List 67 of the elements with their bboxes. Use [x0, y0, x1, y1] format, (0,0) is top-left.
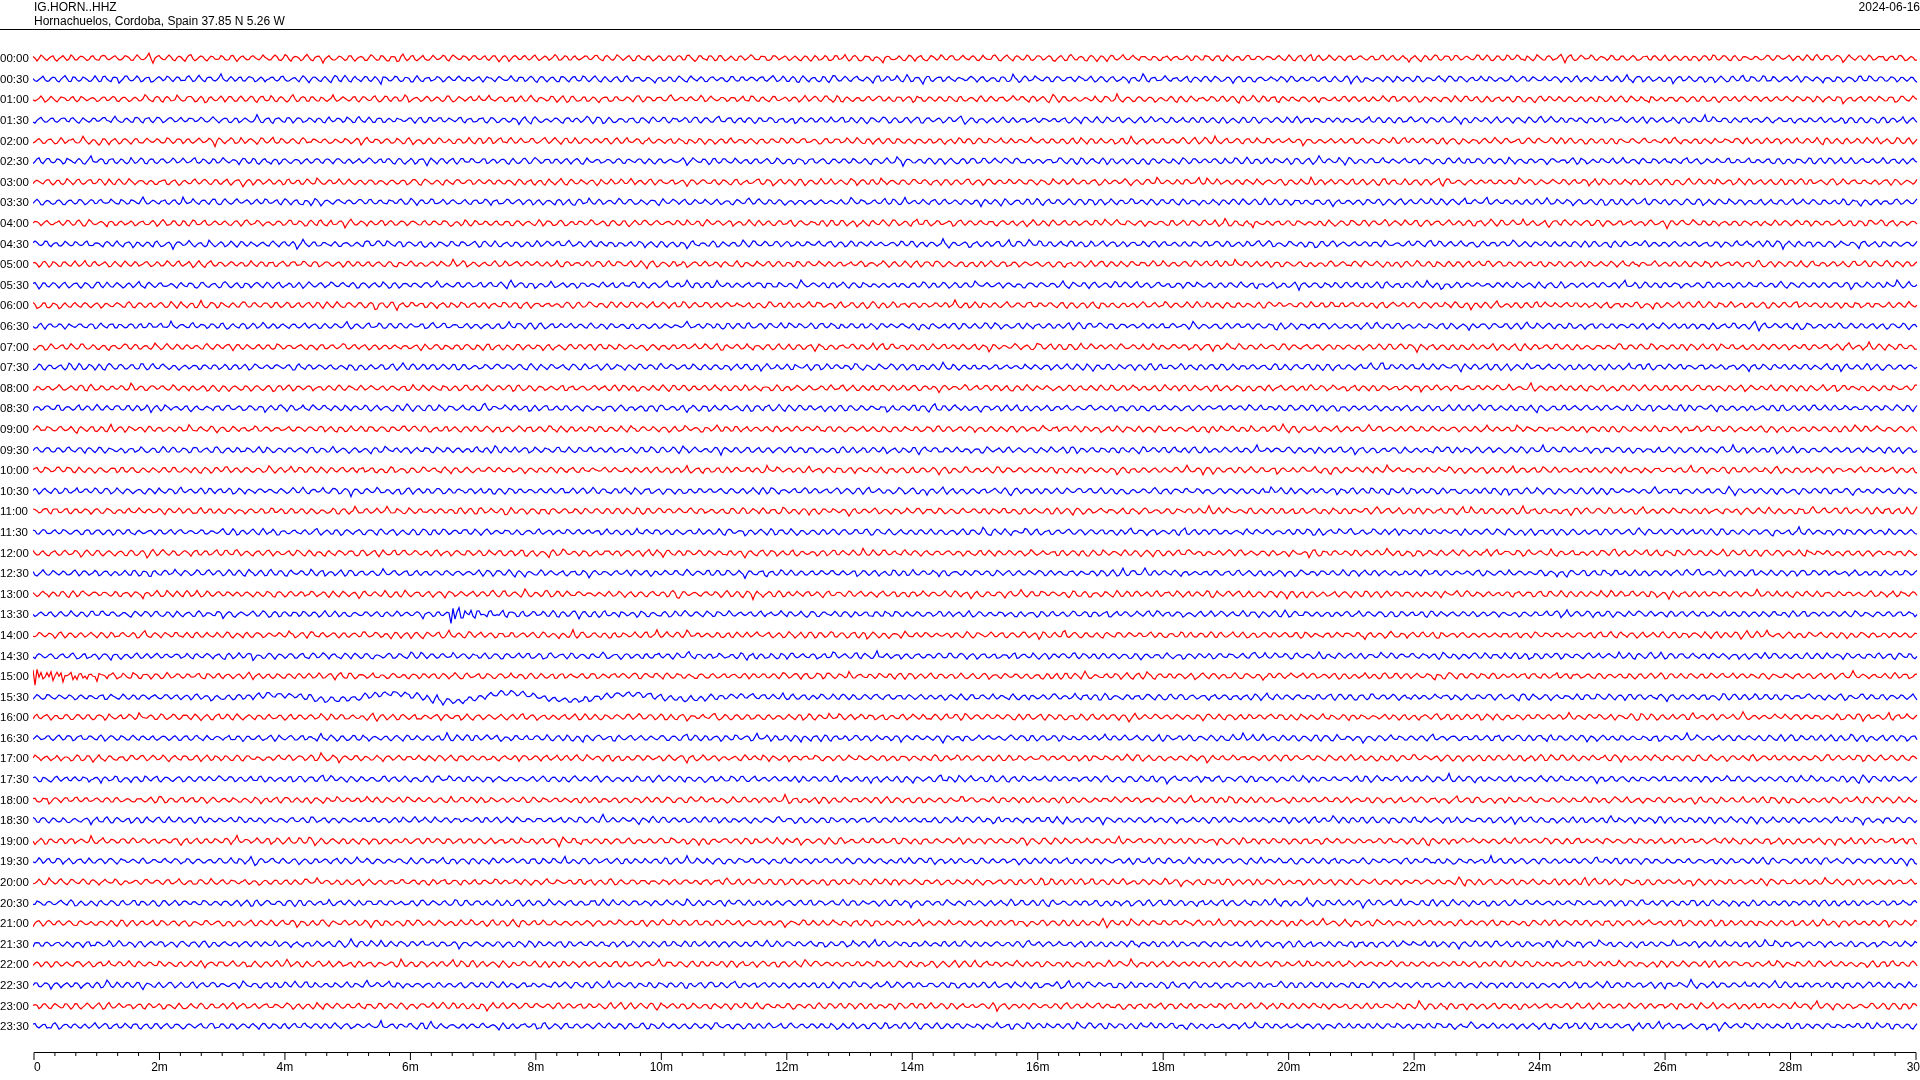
time-label: 03:00: [0, 175, 30, 188]
time-label: 23:30: [0, 1020, 30, 1033]
time-label: 01:00: [0, 93, 30, 106]
tick-label: 4m: [276, 1059, 294, 1074]
tick-label: 10m: [649, 1059, 673, 1074]
time-label: 05:00: [0, 258, 30, 271]
time-label: 22:30: [0, 979, 30, 991]
tick-label: 28m: [1778, 1059, 1803, 1074]
time-label: 19:00: [0, 834, 30, 847]
time-label: 11:00: [0, 505, 29, 518]
time-label: 02:30: [0, 155, 30, 168]
time-label: 12:00: [0, 546, 30, 559]
tick-label: 20m: [1277, 1059, 1301, 1074]
time-label: 15:30: [0, 690, 30, 703]
time-label: 20:30: [0, 896, 30, 909]
time-label: 07:00: [0, 340, 30, 353]
tick-label: 30: [1906, 1059, 1920, 1074]
time-label: 10:30: [0, 484, 30, 497]
time-label: 13:00: [0, 587, 30, 600]
time-label: 00:00: [0, 52, 30, 65]
tick-label: 2m: [151, 1059, 168, 1074]
time-label: 18:30: [0, 814, 30, 827]
tick-label: 26m: [1653, 1059, 1677, 1074]
time-label: 11:30: [0, 525, 29, 538]
time-label: 09:30: [0, 443, 30, 456]
time-label: 01:30: [0, 114, 30, 127]
time-label: 19:30: [0, 855, 30, 868]
time-label: 17:00: [0, 752, 30, 765]
time-label: 13:30: [0, 608, 30, 621]
time-label: 05:30: [0, 278, 30, 291]
time-label: 12:30: [0, 567, 30, 580]
time-label: 21:00: [0, 917, 30, 930]
time-label: 04:00: [0, 217, 30, 230]
tick-label: 18m: [1151, 1059, 1175, 1074]
time-label: 18:00: [0, 793, 30, 806]
tick-label: 12m: [775, 1059, 799, 1074]
tick-label: 16m: [1026, 1059, 1050, 1074]
time-label: 16:00: [0, 711, 30, 724]
tick-label: 24m: [1527, 1059, 1552, 1074]
time-label: 21:30: [0, 937, 30, 950]
time-label: 06:00: [0, 299, 30, 312]
tick-label: 8m: [527, 1059, 545, 1074]
time-label: 16:30: [0, 731, 30, 744]
time-label: 08:00: [0, 381, 30, 394]
time-label: 00:30: [0, 72, 30, 85]
time-label: 22:00: [0, 958, 30, 971]
time-label: 06:30: [0, 320, 30, 332]
time-label: 15:00: [0, 670, 30, 683]
date-label: 2024-06-16: [1858, 0, 1920, 14]
time-label: 02:00: [0, 134, 30, 147]
station-location: Hornachuelos, Cordoba, Spain 37.85 N 5.26 W: [34, 14, 285, 28]
station-code: IG.HORN..HHZ: [34, 0, 118, 14]
time-label: 14:30: [0, 649, 30, 662]
tick-label: 6m: [402, 1059, 419, 1074]
time-label: 07:30: [0, 361, 30, 374]
time-label: 20:00: [0, 876, 30, 889]
time-label: 17:30: [0, 773, 30, 786]
time-label: 23:00: [0, 999, 30, 1012]
time-label: 03:30: [0, 196, 30, 209]
tick-label: 14m: [900, 1059, 924, 1074]
time-label: 08:30: [0, 402, 30, 415]
time-label: 14:00: [0, 628, 30, 641]
time-label: 10:00: [0, 464, 30, 477]
tick-label: 22m: [1402, 1059, 1426, 1074]
time-label: 04:30: [0, 237, 30, 250]
time-label: 09:00: [0, 423, 30, 435]
tick-label: 0: [34, 1059, 41, 1074]
